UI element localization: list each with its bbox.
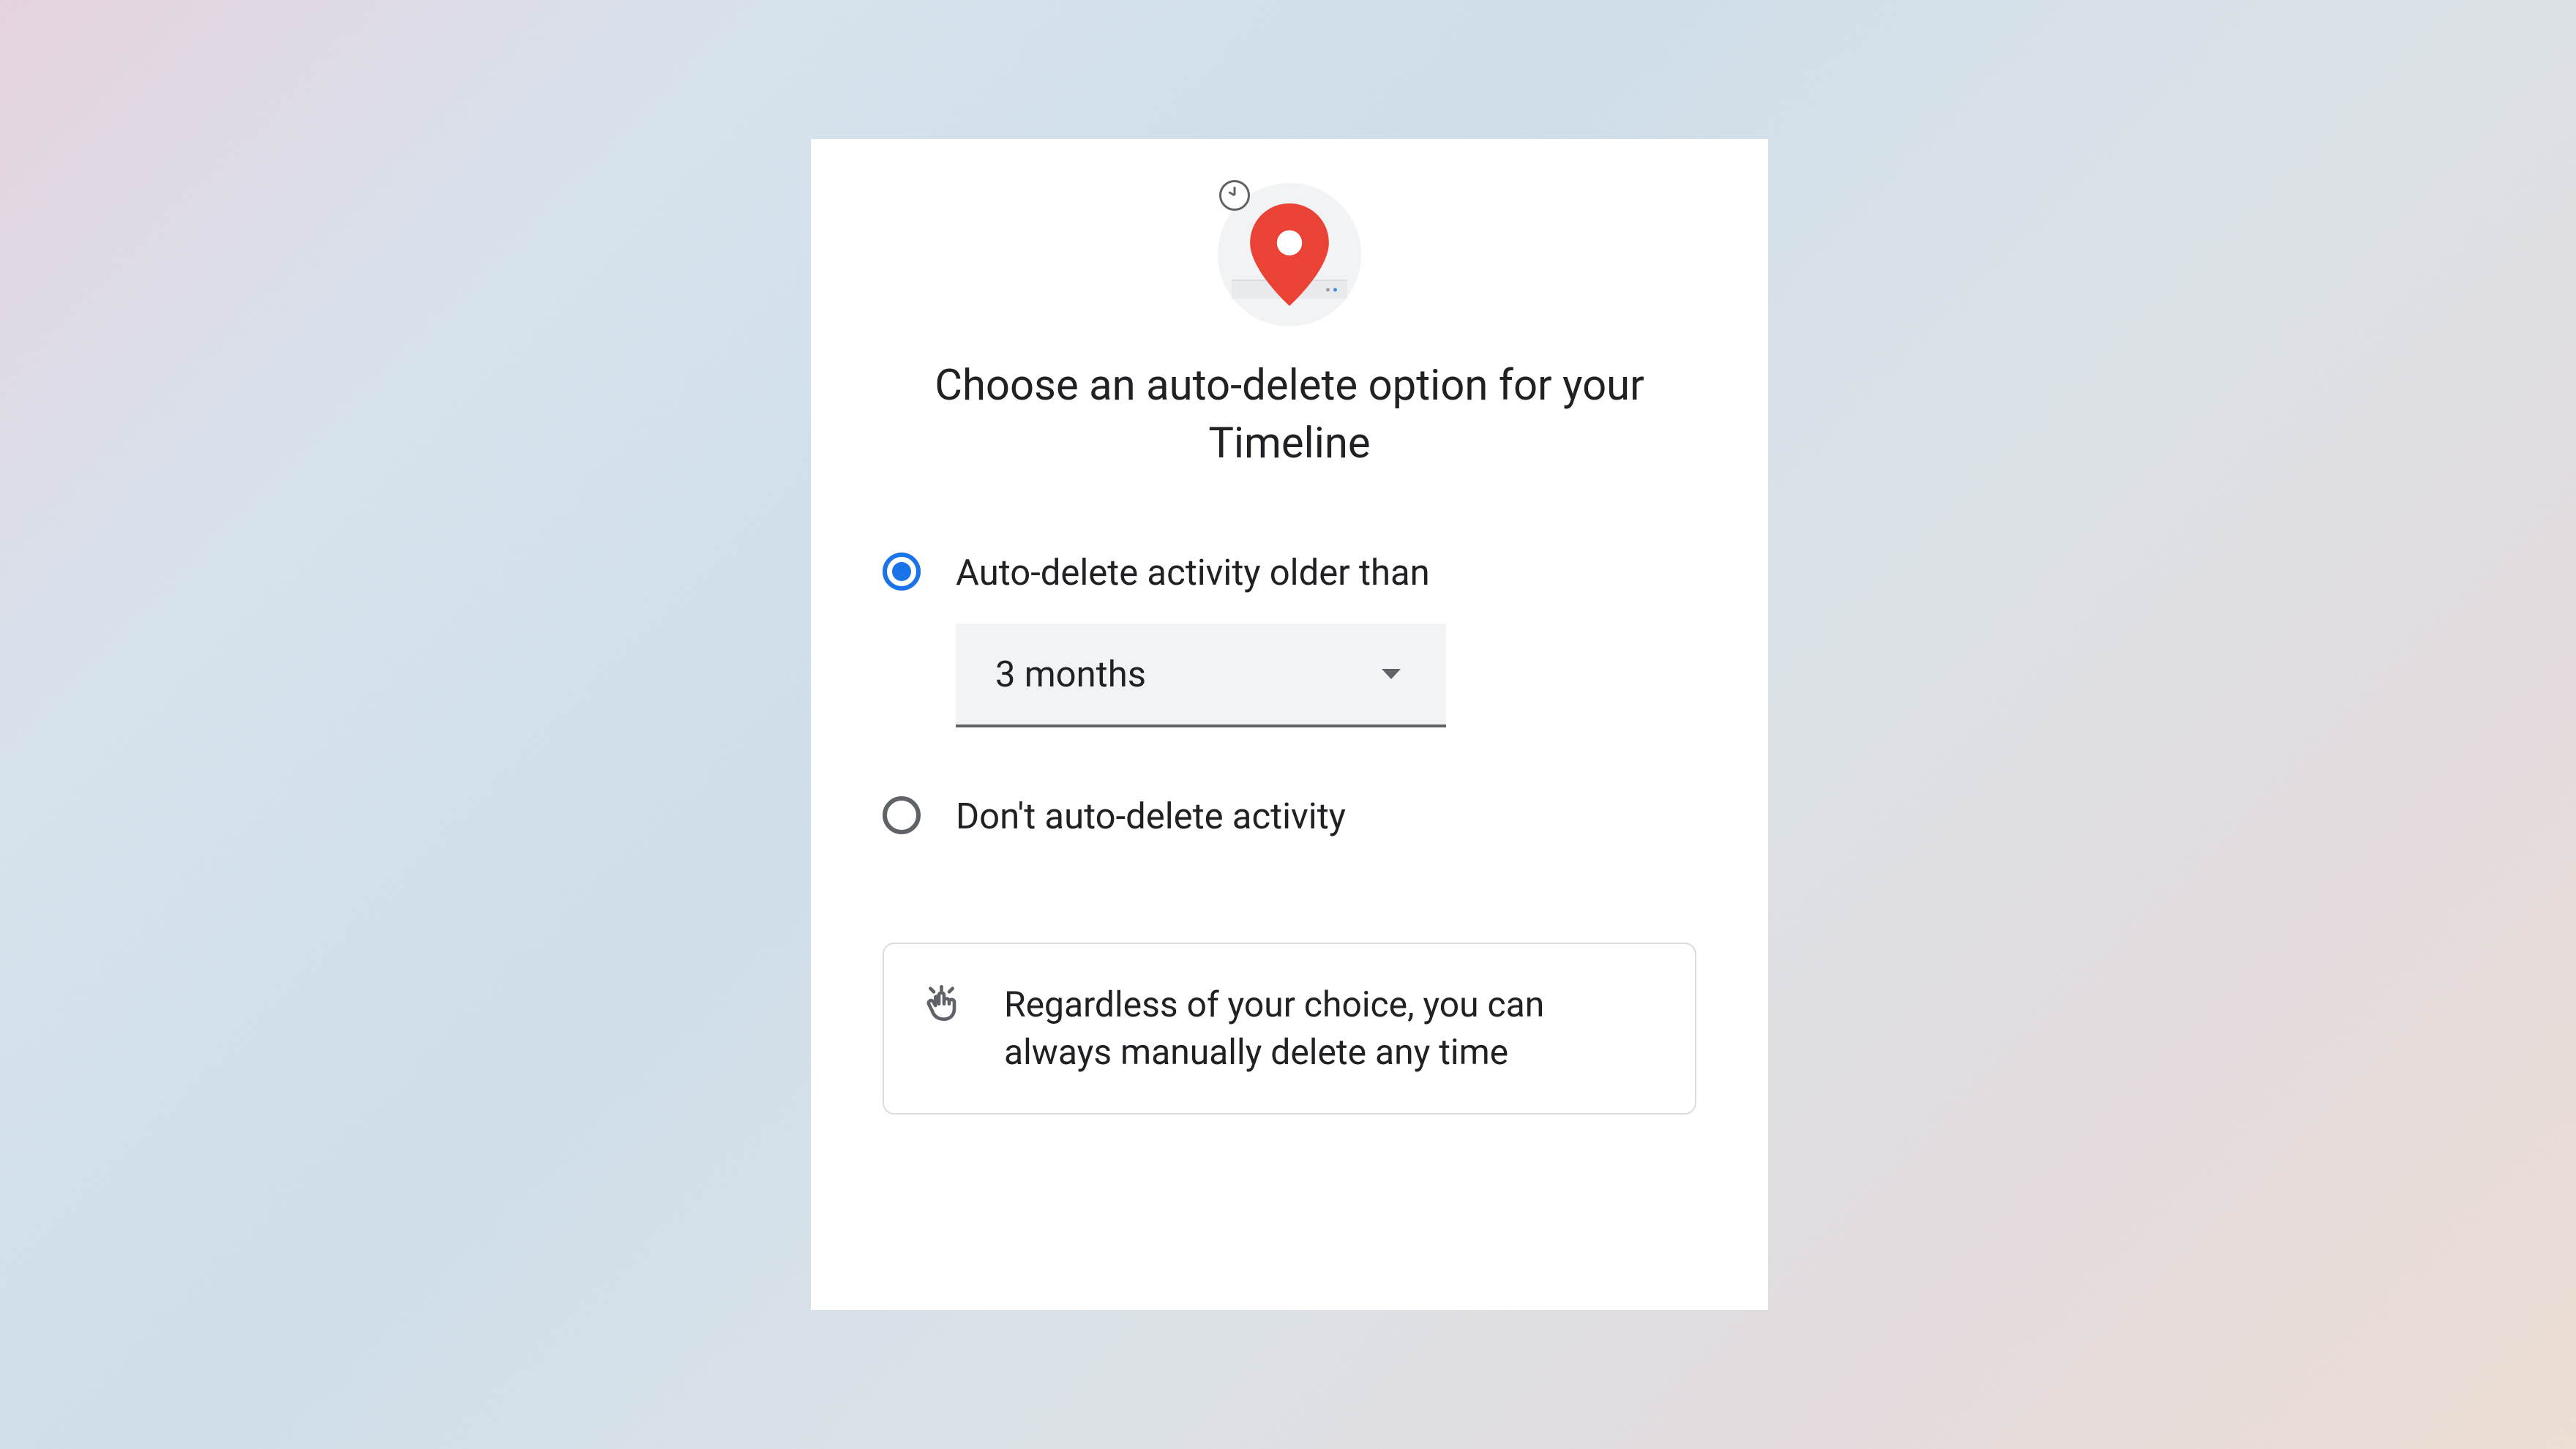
duration-dropdown[interactable]: 3 months	[956, 624, 1446, 727]
option-auto-delete[interactable]: Auto-delete activity older than 3 months	[883, 550, 1696, 728]
radio-dont-delete[interactable]	[883, 796, 921, 834]
tap-hand-icon	[924, 985, 965, 1026]
dialog-title: Choose an auto-delete option for your Ti…	[846, 357, 1733, 473]
info-text: Regardless of your choice, you can alway…	[1004, 981, 1655, 1077]
option-dont-delete[interactable]: Don't auto-delete activity	[883, 793, 1696, 840]
radio-content: Auto-delete activity older than 3 months	[956, 550, 1696, 728]
radio-label-dont-delete: Don't auto-delete activity	[956, 793, 1696, 840]
pin-icon	[1249, 203, 1330, 306]
radio-group: Auto-delete activity older than 3 months…	[846, 550, 1733, 840]
radio-auto-delete[interactable]	[883, 553, 921, 591]
chevron-down-icon	[1382, 669, 1401, 679]
radio-label-auto-delete: Auto-delete activity older than	[956, 550, 1696, 596]
auto-delete-dialog: Choose an auto-delete option for your Ti…	[811, 139, 1768, 1310]
clock-icon	[1219, 180, 1250, 211]
radio-content: Don't auto-delete activity	[956, 793, 1696, 840]
header-icon-wrap	[846, 183, 1733, 326]
info-box: Regardless of your choice, you can alway…	[883, 943, 1696, 1115]
dropdown-selected-value: 3 months	[995, 654, 1146, 695]
timeline-illustration-icon	[1218, 183, 1361, 326]
